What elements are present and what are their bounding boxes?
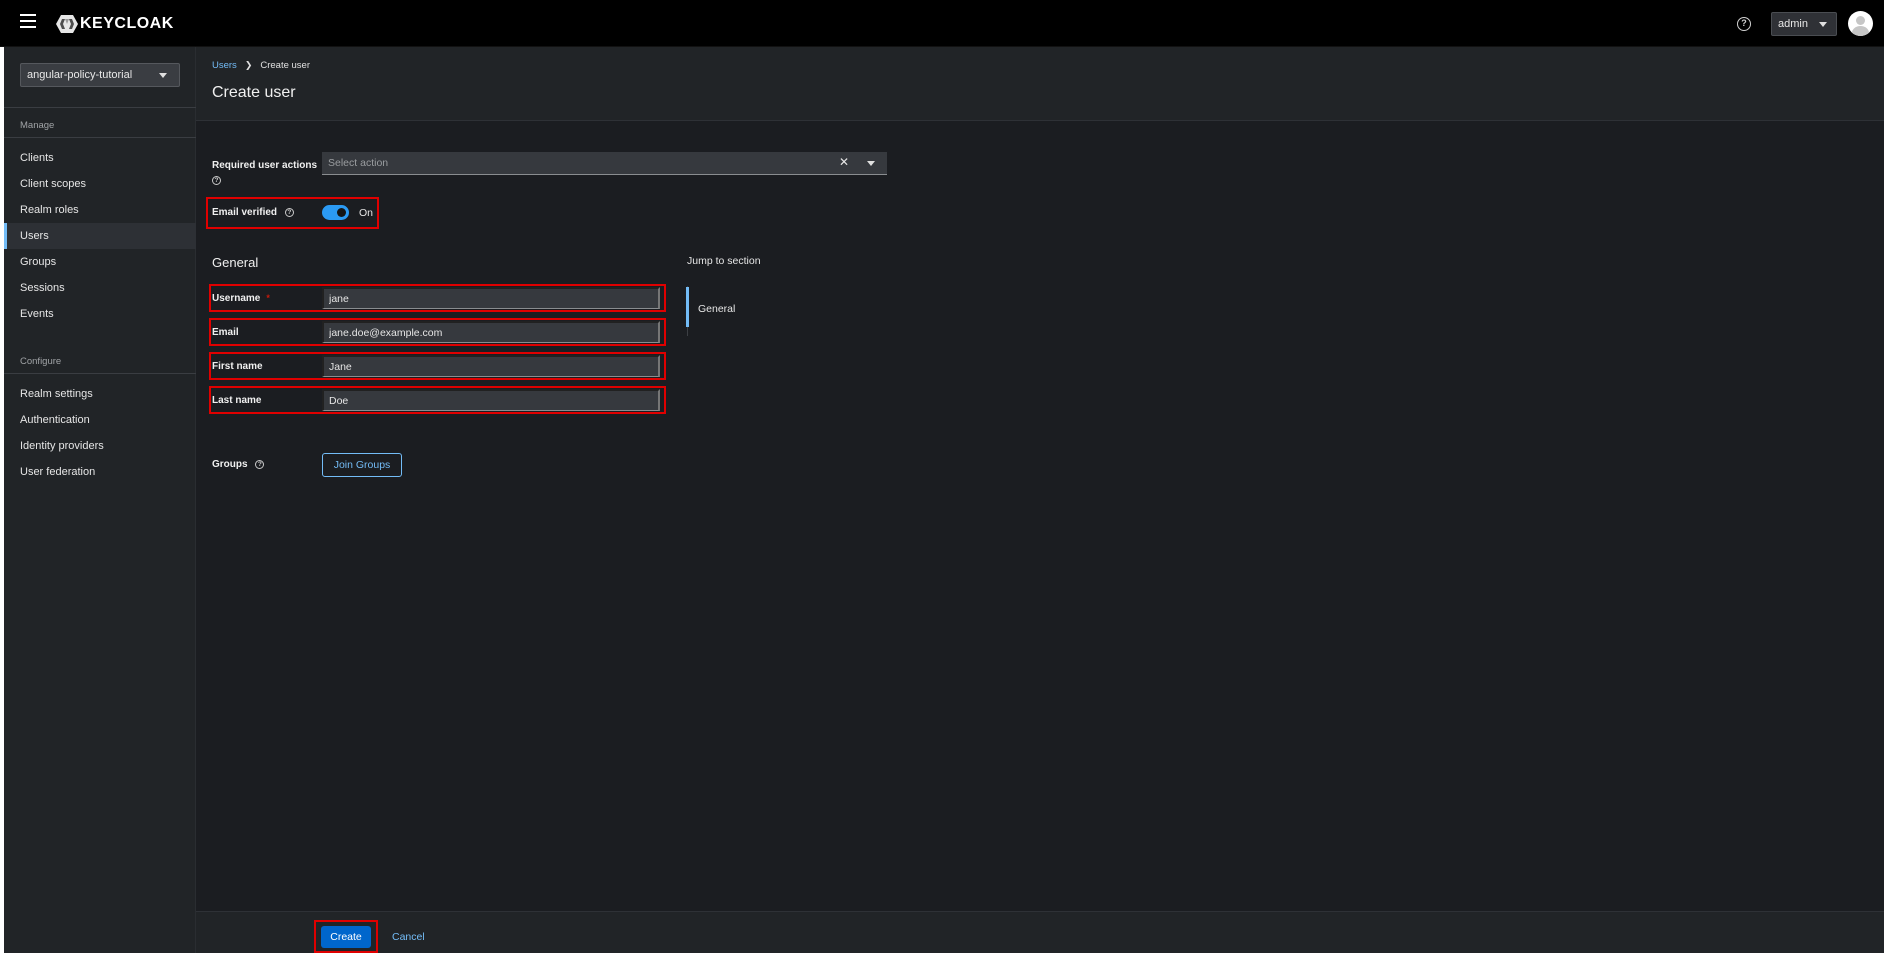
breadcrumb-users-link[interactable]: Users: [212, 60, 237, 71]
email-input[interactable]: [322, 321, 660, 343]
sidebar-item-events[interactable]: Events: [4, 301, 196, 327]
sidebar-item-users[interactable]: Users: [4, 223, 196, 249]
email-label-text: Email: [212, 327, 239, 338]
masthead: KEYCLOAK ? admin: [0, 0, 1884, 47]
username-label: Username *: [212, 293, 270, 304]
keycloak-logo-text: KEYCLOAK: [80, 15, 174, 32]
join-groups-button[interactable]: Join Groups: [322, 453, 402, 477]
first-name-input[interactable]: [322, 355, 660, 377]
sidebar-item-sessions[interactable]: Sessions: [4, 275, 196, 301]
email-label: Email: [212, 327, 239, 338]
breadcrumb: Users ❯ Create user: [212, 60, 310, 71]
sidebar-item-identity-providers[interactable]: Identity providers: [4, 433, 196, 459]
clear-icon[interactable]: ✕: [839, 155, 849, 169]
keycloak-logo[interactable]: KEYCLOAK: [56, 13, 174, 35]
groups-label-text: Groups: [212, 459, 248, 470]
required-actions-select[interactable]: Select action ✕: [322, 152, 887, 175]
sidebar-heading-manage: Manage: [20, 120, 55, 131]
required-actions-label-text: Required user actions: [212, 160, 318, 171]
required-asterisk: *: [266, 293, 270, 303]
section-title-general: General: [212, 255, 259, 270]
caret-down-icon[interactable]: [867, 161, 875, 166]
sidebar-item-client-scopes[interactable]: Client scopes: [4, 171, 196, 197]
hamburger-menu-icon[interactable]: [20, 14, 36, 28]
help-circle-icon[interactable]: ?: [284, 207, 294, 217]
required-actions-label: Required user actions: [212, 160, 317, 171]
jump-to-section-title: Jump to section: [687, 255, 761, 267]
required-actions-help[interactable]: ?: [212, 175, 221, 186]
help-icon[interactable]: ?: [1737, 17, 1751, 31]
email-verified-label-text: Email verified: [212, 207, 278, 218]
first-name-label: First name: [212, 361, 263, 372]
sidebar-heading-configure: Configure: [20, 356, 62, 367]
user-menu-dropdown[interactable]: admin: [1771, 12, 1837, 36]
realm-selector[interactable]: angular-policy-tutorial: [20, 63, 180, 87]
last-name-input[interactable]: [322, 389, 660, 411]
sidebar-item-realm-roles[interactable]: Realm roles: [4, 197, 196, 223]
keycloak-logo-icon: [56, 14, 78, 34]
last-name-label-text: Last name: [212, 395, 262, 406]
main-content: Users ❯ Create user Create user Required…: [196, 47, 1884, 953]
user-menu-label: admin: [1778, 18, 1808, 30]
email-verified-label: Email verified ?: [212, 207, 294, 218]
email-verified-state: On: [359, 207, 374, 219]
sidebar-item-clients[interactable]: Clients: [4, 145, 196, 171]
realm-selector-label: angular-policy-tutorial: [27, 69, 133, 81]
help-circle-icon[interactable]: ?: [212, 175, 221, 185]
jump-link-general[interactable]: General: [698, 303, 735, 315]
jump-nav-active-indicator: [686, 287, 689, 327]
sidebar-divider: [4, 373, 196, 374]
sidebar-item-authentication[interactable]: Authentication: [4, 407, 196, 433]
sidebar-divider: [4, 107, 196, 108]
breadcrumb-current: Create user: [260, 60, 310, 71]
sidebar-divider: [4, 137, 196, 138]
create-button[interactable]: Create: [321, 926, 371, 948]
page-header: Users ❯ Create user Create user: [196, 47, 1884, 121]
form-footer: [196, 911, 1884, 953]
sidebar-item-realm-settings[interactable]: Realm settings: [4, 381, 196, 407]
caret-down-icon: [159, 73, 167, 78]
page-title: Create user: [212, 84, 296, 101]
first-name-label-text: First name: [212, 361, 263, 372]
help-circle-icon[interactable]: ?: [255, 459, 265, 469]
sidebar: angular-policy-tutorial Manage Clients C…: [4, 47, 196, 953]
keycloak-admin-console: KEYCLOAK ? admin angular-policy-tutorial…: [0, 0, 1884, 953]
groups-label: Groups ?: [212, 459, 265, 470]
username-label-text: Username: [212, 293, 261, 304]
sidebar-item-user-federation[interactable]: User federation: [4, 459, 196, 485]
cancel-button[interactable]: Cancel: [392, 926, 442, 948]
required-actions-placeholder: Select action: [328, 157, 389, 169]
last-name-label: Last name: [212, 395, 261, 406]
caret-down-icon: [1819, 22, 1827, 27]
username-input[interactable]: [322, 287, 660, 309]
sidebar-item-groups[interactable]: Groups: [4, 249, 196, 275]
toggle-knob: [337, 208, 346, 217]
avatar-icon[interactable]: [1848, 11, 1873, 36]
chevron-right-icon: ❯: [244, 60, 253, 70]
email-verified-toggle[interactable]: [322, 205, 349, 220]
